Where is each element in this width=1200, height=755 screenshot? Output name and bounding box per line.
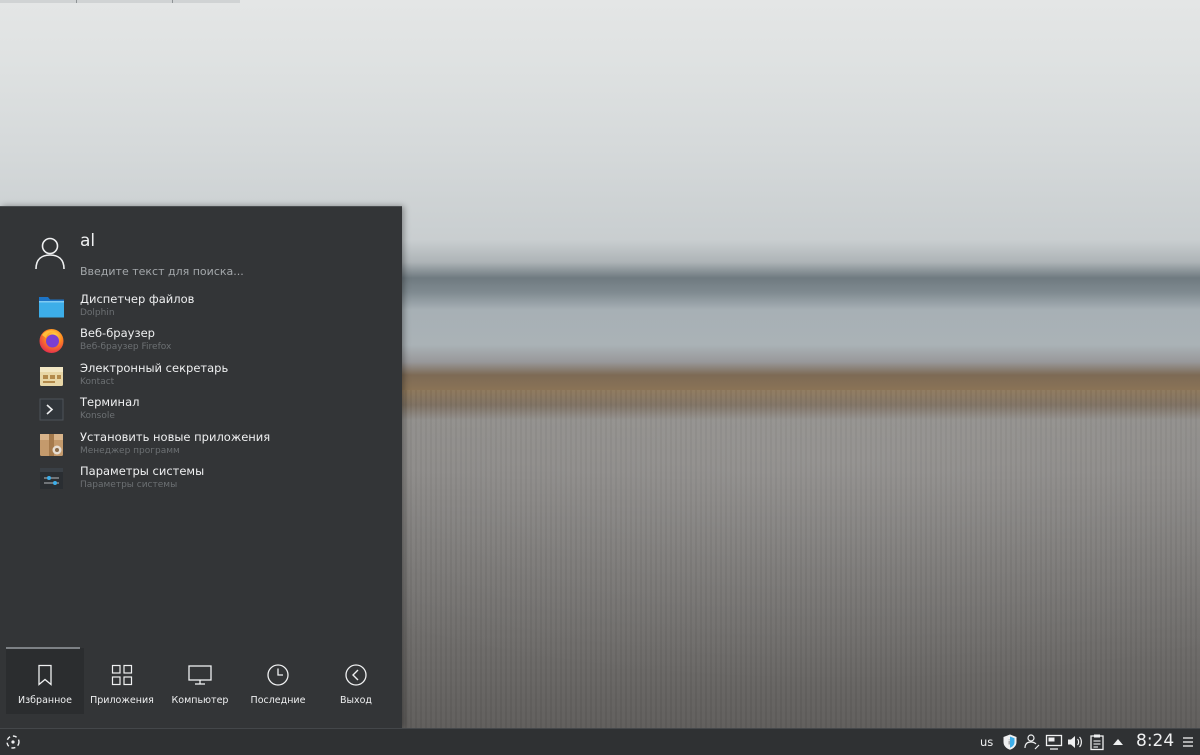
favorite-name: Веб-браузер xyxy=(80,326,155,341)
favorite-description: Kontact xyxy=(80,376,115,387)
favorite-item-web-browser[interactable]: Веб-браузер Веб-браузер Firefox xyxy=(0,323,402,357)
tab-label: Избранное xyxy=(18,695,72,706)
tab-recent[interactable]: Последние xyxy=(239,648,317,714)
terminal-icon xyxy=(39,398,64,421)
favorite-item-install-apps[interactable]: Установить новые приложения Менеджер про… xyxy=(0,427,402,461)
panel-options-icon[interactable] xyxy=(1181,735,1195,749)
favorite-item-terminal[interactable]: Терминал Konsole xyxy=(0,392,402,426)
bookmark-icon xyxy=(38,664,52,686)
display-icon[interactable] xyxy=(1045,733,1063,751)
user-avatar-icon[interactable] xyxy=(34,235,66,271)
tab-leave[interactable]: Выход xyxy=(317,648,395,714)
favorite-name: Диспетчер файлов xyxy=(80,292,195,306)
kontact-icon xyxy=(40,366,63,386)
taskbar: us i 8:24 xyxy=(0,728,1200,755)
launcher-menu-icon[interactable] xyxy=(4,733,22,751)
favorite-item-system-settings[interactable]: Параметры системы Параметры системы xyxy=(0,461,402,495)
tab-applications[interactable]: Приложения xyxy=(83,648,161,714)
network-user-icon[interactable] xyxy=(1023,733,1041,751)
favorite-description: Менеджер программ xyxy=(80,445,180,456)
firefox-icon xyxy=(39,329,64,354)
tab-label: Приложения xyxy=(90,695,154,706)
user-name: al xyxy=(80,231,96,251)
search-input[interactable] xyxy=(78,261,378,281)
favorite-name: Параметры системы xyxy=(80,463,205,478)
favorite-name: Установить новые приложения xyxy=(80,429,271,444)
favorite-description: Dolphin xyxy=(80,308,115,318)
tab-label: Компьютер xyxy=(171,695,229,706)
favorites-list: Диспетчер файлов Dolphin Веб-браузер Веб… xyxy=(0,289,402,495)
digital-clock[interactable]: 8:24 xyxy=(1136,731,1174,751)
package-icon xyxy=(40,433,63,456)
application-launcher: al Диспетчер файлов Dolphin xyxy=(0,206,402,728)
favorite-name: Электронный секретарь xyxy=(80,360,229,375)
active-tab-indicator xyxy=(6,647,80,649)
chevron-up-icon[interactable] xyxy=(1109,733,1127,751)
settings-icon xyxy=(40,467,63,489)
tab-label: Последние xyxy=(250,695,306,706)
keyboard-layout-indicator[interactable]: us xyxy=(980,735,993,749)
clock-icon xyxy=(267,664,289,686)
user-header: al xyxy=(30,231,390,281)
clipboard-icon[interactable] xyxy=(1088,733,1106,751)
favorite-description: Параметры системы xyxy=(80,479,178,490)
monitor-icon xyxy=(188,665,212,685)
window-strip xyxy=(0,0,240,3)
favorite-name: Терминал xyxy=(80,395,140,410)
tab-favorites[interactable]: Избранное xyxy=(6,647,84,714)
favorite-description: Konsole xyxy=(80,411,115,422)
shield-icon[interactable]: i xyxy=(1001,733,1019,751)
favorite-item-file-manager[interactable]: Диспетчер файлов Dolphin xyxy=(0,289,402,323)
folder-icon xyxy=(39,297,64,318)
launcher-tabs: Избранное Приложения Компьютер Последние… xyxy=(0,647,402,714)
tab-label: Выход xyxy=(339,695,373,706)
favorite-item-kontact[interactable]: Электронный секретарь Kontact xyxy=(0,358,402,392)
favorite-description: Веб-браузер Firefox xyxy=(80,342,172,353)
tab-computer[interactable]: Компьютер xyxy=(161,648,239,714)
chevron-left-icon xyxy=(345,664,367,686)
grid-icon xyxy=(111,664,133,686)
volume-icon[interactable] xyxy=(1066,733,1084,751)
